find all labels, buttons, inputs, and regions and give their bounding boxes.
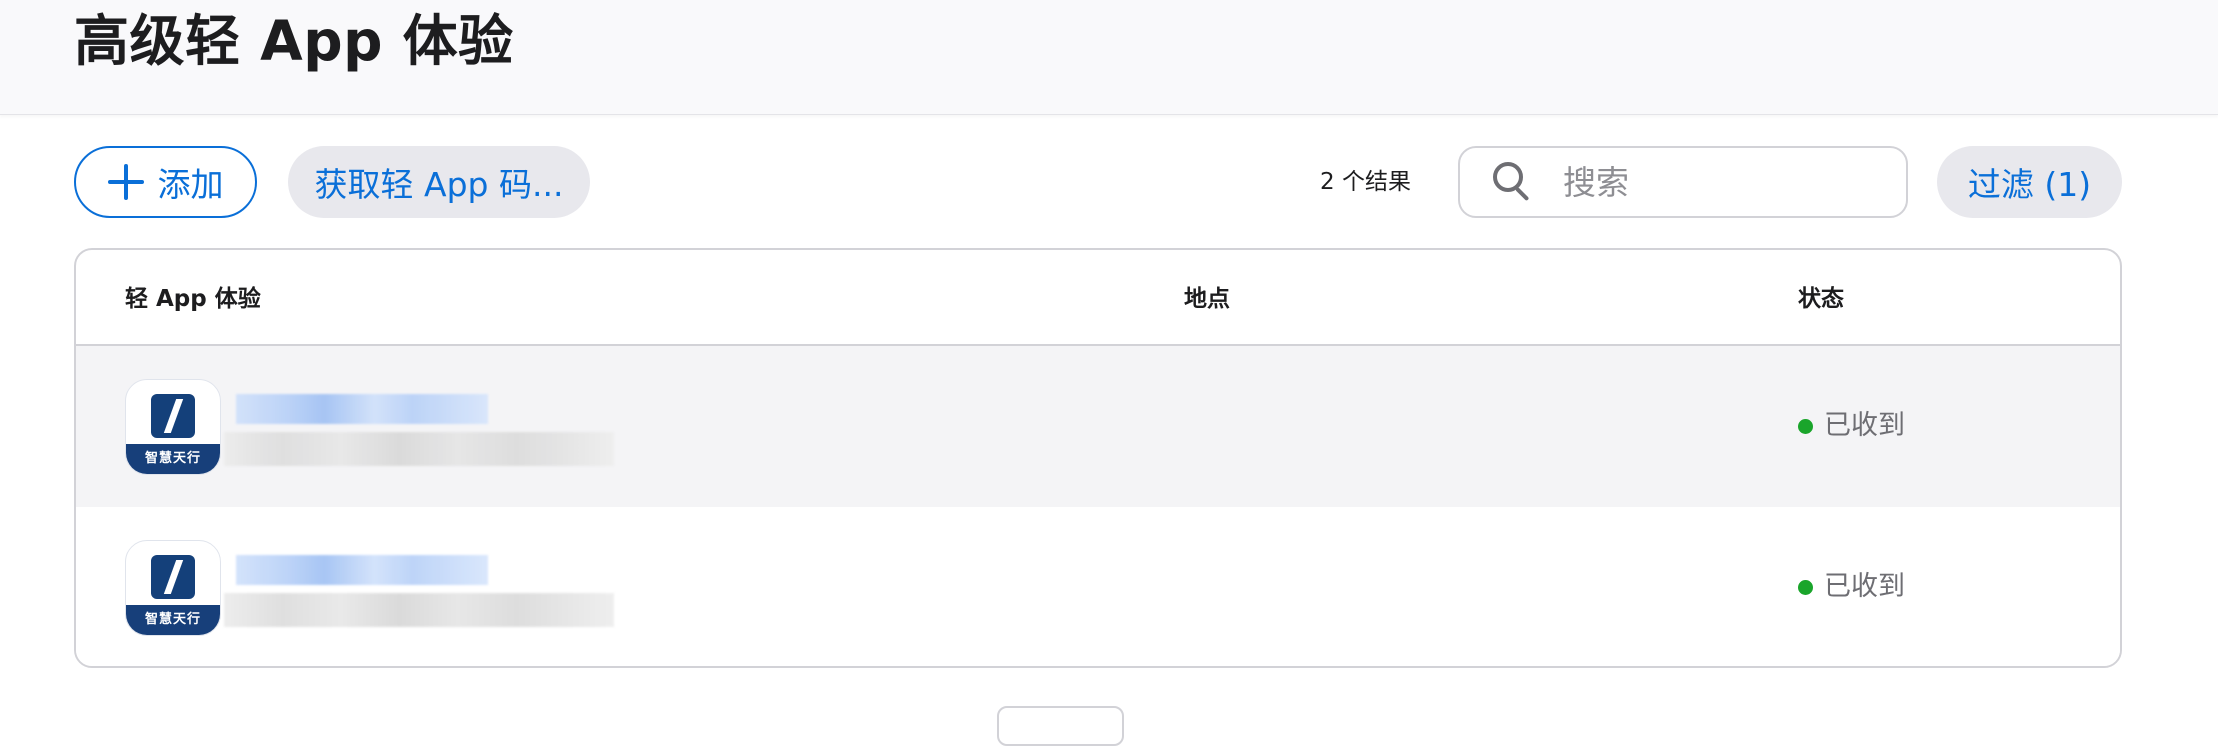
page-title: 高级轻 App 体验 <box>74 9 514 73</box>
redacted-experience-detail <box>224 432 614 466</box>
status-dot-icon <box>1798 579 1813 595</box>
app-clip-table: 轻 App 体验 地点 状态 智慧天行 已收到 智慧天行 已收到 <box>74 248 2122 668</box>
table-row[interactable]: 智慧天行 已收到 <box>76 346 2120 507</box>
search-input[interactable] <box>1563 162 1883 202</box>
app-logo-icon <box>151 394 195 438</box>
app-icon-caption: 智慧天行 <box>126 444 220 474</box>
filter-button[interactable]: 过滤 (1) <box>1937 146 2122 218</box>
status-cell: 已收到 <box>1798 569 1905 605</box>
redacted-experience-detail <box>224 593 614 627</box>
search-field[interactable] <box>1458 146 1908 218</box>
status-label: 已收到 <box>1824 571 1905 602</box>
add-button[interactable]: 添加 <box>74 146 257 218</box>
get-app-code-button[interactable]: 获取轻 App 码... <box>288 146 590 218</box>
status-label: 已收到 <box>1824 410 1905 441</box>
column-header-status[interactable]: 状态 <box>1798 284 1844 314</box>
app-icon-caption: 智慧天行 <box>126 605 220 635</box>
pagination-control[interactable] <box>997 706 1124 746</box>
app-icon: 智慧天行 <box>125 379 221 475</box>
page-header: 高级轻 App 体验 <box>0 0 2218 115</box>
app-logo-icon <box>151 555 195 599</box>
status-dot-icon <box>1798 418 1813 434</box>
column-header-location[interactable]: 地点 <box>1184 284 1230 314</box>
table-row[interactable]: 智慧天行 已收到 <box>76 507 2120 666</box>
column-header-experience[interactable]: 轻 App 体验 <box>125 284 261 314</box>
result-count: 2 个结果 <box>1320 169 1411 195</box>
filter-button-label: 过滤 (1) <box>1967 165 2092 204</box>
add-button-label: 添加 <box>157 165 224 204</box>
status-cell: 已收到 <box>1798 408 1905 444</box>
app-icon: 智慧天行 <box>125 540 221 636</box>
redacted-experience-name <box>236 555 488 585</box>
get-app-code-label: 获取轻 App 码... <box>314 165 564 204</box>
table-header: 轻 App 体验 地点 状态 <box>76 250 2120 346</box>
redacted-experience-name <box>236 394 488 424</box>
search-icon <box>1493 162 1533 202</box>
plus-icon <box>107 164 144 200</box>
